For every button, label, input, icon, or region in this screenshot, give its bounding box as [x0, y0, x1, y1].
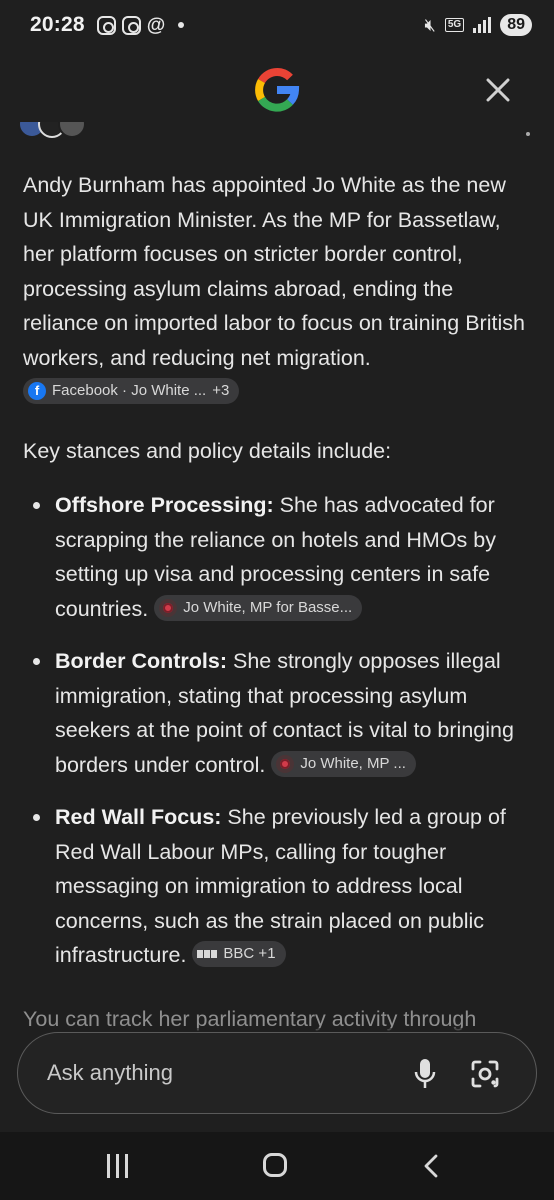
- more-notifications-dot-icon: [177, 22, 184, 28]
- signal-icon: [473, 17, 492, 33]
- source-chip-label: BBC +1: [223, 945, 276, 963]
- source-avatars-row: [18, 122, 538, 144]
- answer-subheading: Key stances and policy details include:: [23, 438, 392, 463]
- source-chip[interactable]: BBC +1: [192, 941, 286, 968]
- system-icons: 🔇︎ 5G 89: [425, 14, 532, 36]
- labour-rose-icon: [276, 754, 295, 773]
- bbc-icon: [197, 950, 218, 959]
- back-icon[interactable]: [421, 1154, 441, 1178]
- network-type-label: 5G: [444, 18, 465, 32]
- home-icon[interactable]: [263, 1153, 287, 1177]
- list-item: Offshore Processing: She has advocated f…: [23, 488, 533, 626]
- status-time: 20:28: [30, 13, 85, 36]
- header: [0, 58, 554, 122]
- source-chip-label: Facebook · Jo White ...: [52, 382, 207, 400]
- mute-icon: 🔇︎: [424, 14, 436, 35]
- ask-placeholder: Ask anything: [47, 1060, 173, 1085]
- answer-intro-text: Andy Burnham has appointed Jo White as t…: [23, 173, 525, 370]
- source-chip[interactable]: f Facebook · Jo White ... +3: [23, 378, 240, 405]
- policy-list: Offshore Processing: She has advocated f…: [23, 488, 533, 973]
- facebook-icon: f: [28, 382, 46, 401]
- list-item: Red Wall Focus: She previously led a gro…: [23, 800, 533, 973]
- camera-search-icon[interactable]: [470, 1059, 500, 1089]
- list-item-title: Border Controls:: [55, 649, 227, 673]
- list-item: Border Controls: She strongly opposes il…: [23, 644, 533, 782]
- microphone-icon[interactable]: [412, 1057, 438, 1091]
- ai-answer: Andy Burnham has appointed Jo White as t…: [23, 168, 533, 991]
- status-bar: 20:28 @ 🔇︎ 5G 89: [0, 0, 554, 50]
- labour-rose-icon: [159, 598, 178, 617]
- source-chip[interactable]: Jo White, MP ...: [271, 750, 416, 777]
- instagram-icon: [121, 15, 141, 35]
- ask-input[interactable]: Ask anything: [17, 1032, 537, 1114]
- recents-icon[interactable]: [107, 1154, 133, 1178]
- threads-icon: @: [146, 14, 166, 36]
- list-item-title: Offshore Processing:: [55, 493, 274, 517]
- source-chip[interactable]: Jo White, MP for Basse...: [154, 594, 363, 621]
- google-g-icon: [255, 67, 300, 112]
- answer-intro: Andy Burnham has appointed Jo White as t…: [23, 168, 533, 410]
- close-icon[interactable]: [480, 72, 516, 108]
- source-chip-label: Jo White, MP for Basse...: [183, 598, 353, 616]
- instagram-icon: [96, 15, 116, 35]
- list-item-title: Red Wall Focus:: [55, 805, 222, 829]
- source-chip-label: Jo White, MP ...: [300, 754, 406, 772]
- system-nav-bar: [0, 1132, 554, 1200]
- notification-icons: @: [96, 14, 184, 36]
- source-chip-more: +3: [212, 382, 230, 400]
- battery-indicator: 89: [500, 14, 532, 36]
- source-avatar: [58, 122, 86, 138]
- more-options-icon[interactable]: [526, 132, 530, 136]
